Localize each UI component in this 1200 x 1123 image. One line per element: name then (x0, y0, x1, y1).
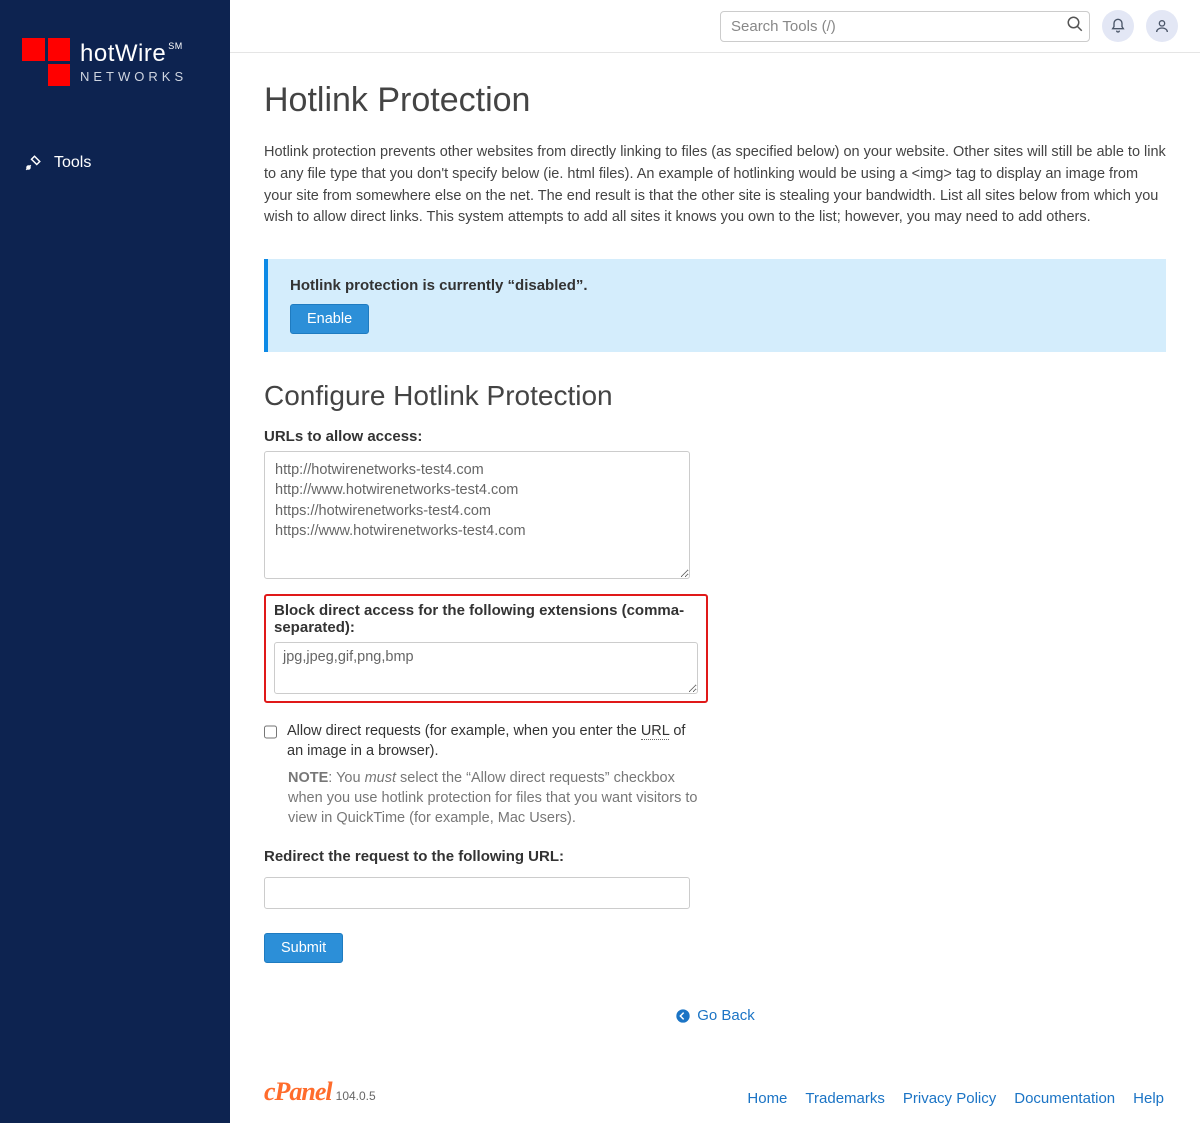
content: Hotlink Protection Hotlink protection pr… (230, 53, 1200, 1067)
account-button[interactable] (1146, 10, 1178, 42)
search-wrap (720, 11, 1090, 42)
extensions-textarea[interactable] (274, 642, 698, 694)
page-description: Hotlink protection prevents other websit… (264, 142, 1166, 229)
search-button[interactable] (1066, 15, 1084, 33)
go-back-link[interactable]: Go Back (675, 1007, 755, 1024)
sidebar-item-label: Tools (54, 154, 91, 172)
sidebar: hotWireSM NETWORKS Tools (0, 0, 230, 1123)
submit-button[interactable]: Submit (264, 933, 343, 963)
redirect-label: Redirect the request to the following UR… (264, 848, 1166, 865)
brand-logo: hotWireSM NETWORKS (0, 20, 230, 116)
redirect-input[interactable] (264, 877, 690, 909)
status-text: Hotlink protection is currently “disable… (290, 277, 1144, 294)
url-abbr: URL (641, 723, 669, 740)
urls-label: URLs to allow access: (264, 428, 1166, 445)
tools-icon (24, 154, 42, 172)
sidebar-item-tools[interactable]: Tools (0, 144, 230, 182)
footer-link-home[interactable]: Home (747, 1090, 787, 1107)
brand-logo-text: hotWireSM NETWORKS (80, 42, 187, 83)
search-input[interactable] (720, 11, 1090, 42)
extensions-label: Block direct access for the following ex… (274, 602, 698, 636)
footer-link-trademarks[interactable]: Trademarks (805, 1090, 884, 1107)
urls-textarea[interactable] (264, 451, 690, 579)
footer-link-documentation[interactable]: Documentation (1014, 1090, 1115, 1107)
notifications-button[interactable] (1102, 10, 1134, 42)
footer-link-help[interactable]: Help (1133, 1090, 1164, 1107)
topbar (230, 0, 1200, 53)
go-back-wrap: Go Back (264, 1007, 1166, 1027)
brand-logo-icon (22, 38, 70, 86)
allow-direct-checkbox[interactable] (264, 725, 277, 739)
note-text: NOTE: You must select the “Allow direct … (288, 768, 698, 829)
footer-link-privacy[interactable]: Privacy Policy (903, 1090, 996, 1107)
bell-icon (1110, 18, 1126, 34)
main: Hotlink Protection Hotlink protection pr… (230, 0, 1200, 1123)
extensions-highlight-box: Block direct access for the following ex… (264, 594, 708, 703)
status-alert: Hotlink protection is currently “disable… (264, 259, 1166, 352)
cpanel-brand: cPanel104.0.5 (264, 1077, 376, 1107)
enable-button[interactable]: Enable (290, 304, 369, 334)
search-icon (1066, 15, 1084, 33)
configure-heading: Configure Hotlink Protection (264, 380, 1166, 412)
allow-direct-row: Allow direct requests (for example, when… (264, 721, 704, 762)
user-icon (1154, 18, 1170, 34)
footer: cPanel104.0.5 Home Trademarks Privacy Po… (230, 1067, 1200, 1123)
allow-direct-label: Allow direct requests (for example, when… (287, 721, 704, 762)
page-title: Hotlink Protection (264, 81, 1166, 120)
footer-links: Home Trademarks Privacy Policy Documenta… (747, 1090, 1164, 1107)
arrow-left-circle-icon (675, 1008, 691, 1024)
